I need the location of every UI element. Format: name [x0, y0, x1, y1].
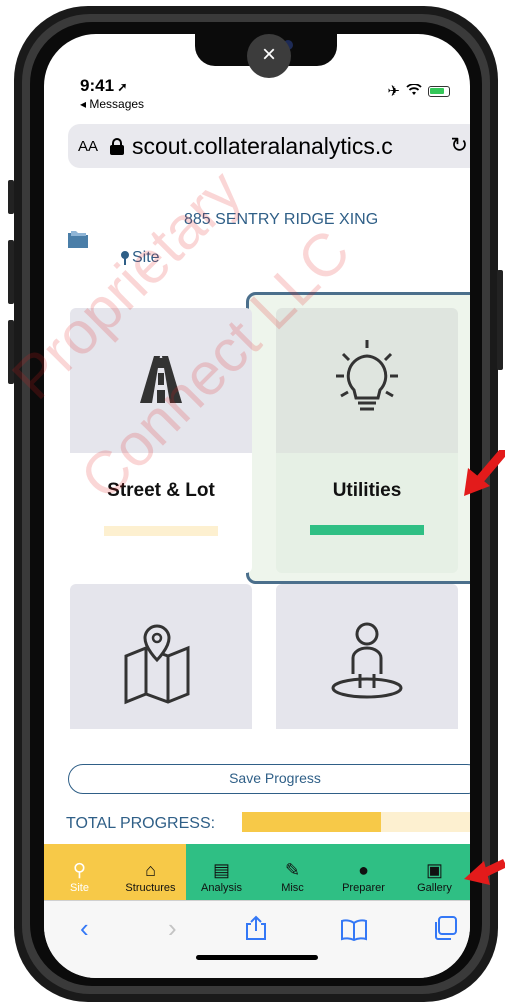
map-pin-icon	[124, 624, 190, 705]
back-to-messages-link[interactable]: ◂ Messages	[80, 97, 144, 111]
tile-label: Street & Lot	[107, 480, 215, 501]
tile-label-area: Street & Lot	[70, 453, 252, 573]
tab-site[interactable]: ⚲ Site	[44, 844, 115, 900]
bookmarks-icon[interactable]	[340, 919, 368, 941]
edit-icon: ✎	[284, 860, 301, 880]
tab-label: Preparer	[342, 882, 385, 894]
safari-toolbar: ‹ ›	[44, 900, 470, 978]
road-icon	[140, 356, 182, 403]
bottom-tab-bar: ⚲ Site ⌂ Structures ▤ Analysis ✎ Misc ● Preparer ▣…	[44, 844, 470, 900]
reload-icon[interactable]: ↻	[450, 133, 468, 158]
tab-misc[interactable]: ✎ Misc	[257, 844, 328, 900]
status-icons: ✈	[387, 82, 450, 100]
tile-street-lot[interactable]: Street & Lot	[70, 308, 252, 573]
pin-icon	[121, 251, 129, 265]
total-progress-label: TOTAL PROGRESS:	[66, 815, 216, 832]
tabs-icon[interactable]	[432, 915, 458, 941]
tab-label: Site	[70, 882, 89, 894]
tile-icon-area	[276, 584, 458, 729]
close-button[interactable]: ×	[247, 34, 291, 78]
tab-gallery[interactable]: ▣ Gallery	[399, 844, 470, 900]
tile-icon-area	[70, 308, 252, 453]
airplane-icon: ✈	[387, 83, 400, 100]
document-icon: ▤	[212, 860, 230, 880]
home-indicator	[196, 955, 318, 960]
url-text[interactable]: scout.collateralanalytics.c	[132, 133, 432, 160]
save-progress-button[interactable]: Save Progress	[68, 764, 470, 794]
house-icon: ⌂	[145, 860, 156, 880]
folder-icon[interactable]	[68, 230, 88, 248]
person-pin-icon	[331, 622, 403, 699]
tile-icon-area	[276, 308, 458, 453]
tab-label: Analysis	[201, 882, 242, 894]
tile-person[interactable]	[276, 584, 458, 744]
tab-label: Gallery	[417, 882, 452, 894]
tile-progress-bar	[310, 525, 424, 535]
tile-map[interactable]	[70, 584, 252, 744]
forward-arrow-icon[interactable]: ›	[168, 913, 177, 944]
status-time-text: 9:41	[80, 76, 115, 95]
phone-screen: × 9:41 ➚ ◂ Messages ✈ AA scout.collatera…	[44, 34, 470, 978]
volume-up-button	[8, 240, 14, 304]
mute-switch	[8, 180, 14, 214]
lightbulb-icon	[336, 340, 398, 411]
pin-icon: ⚲	[72, 860, 87, 880]
tile-utilities[interactable]: Utilities	[276, 308, 458, 573]
tile-label: Utilities	[332, 480, 402, 501]
total-progress-bar	[242, 812, 470, 832]
tab-label: Misc	[281, 882, 304, 894]
total-progress-fill	[242, 812, 382, 832]
text-size-button[interactable]: AA	[78, 138, 98, 155]
wifi-icon	[406, 82, 422, 100]
phone-frame: × 9:41 ➚ ◂ Messages ✈ AA scout.collatera…	[0, 0, 505, 1005]
tab-preparer[interactable]: ● Preparer	[328, 844, 399, 900]
status-time: 9:41 ➚	[80, 76, 127, 96]
back-arrow-icon[interactable]: ‹	[80, 913, 89, 944]
site-section-label: Site	[120, 249, 160, 267]
location-arrow-icon: ➚	[114, 80, 128, 94]
tile-icon-area	[70, 584, 252, 729]
property-address: 885 SENTRY RIDGE XING	[184, 211, 379, 228]
tab-structures[interactable]: ⌂ Structures	[115, 844, 186, 900]
battery-icon	[428, 85, 450, 97]
volume-down-button	[8, 320, 14, 384]
annotation-arrow-utilities	[464, 450, 505, 496]
site-label: Site	[132, 249, 160, 266]
tile-progress-bar	[104, 526, 218, 536]
power-button	[497, 270, 503, 370]
tile-label-area	[276, 729, 458, 744]
tab-label: Structures	[125, 882, 176, 894]
url-bar[interactable]: AA scout.collateralanalytics.c ↻	[68, 124, 470, 168]
tile-label-area: Utilities	[276, 453, 458, 573]
image-icon: ▣	[425, 860, 443, 880]
annotation-arrow-gallery	[464, 858, 505, 885]
lock-icon	[110, 137, 125, 155]
user-icon: ●	[358, 860, 369, 880]
tab-analysis[interactable]: ▤ Analysis	[186, 844, 257, 900]
share-icon[interactable]	[244, 915, 268, 941]
tile-label-area	[70, 729, 252, 744]
